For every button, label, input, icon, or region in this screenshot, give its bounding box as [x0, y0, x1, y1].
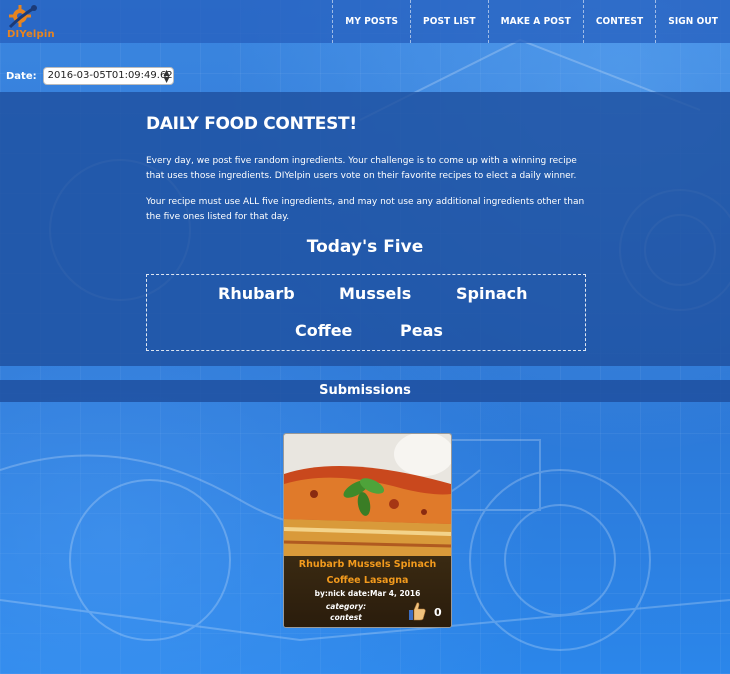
date-label: Date: [6, 70, 37, 82]
gear-logo-icon [8, 5, 37, 29]
contest-title: DAILY FOOD CONTEST! [146, 114, 357, 134]
todays-five-heading: Today's Five [306, 237, 424, 257]
nav-make-a-post[interactable]: MAKE A POST [487, 0, 583, 43]
ingredient-item: Rhubarb [218, 284, 295, 303]
submission-card[interactable]: Rhubarb Mussels Spinach Coffee Lasagna b… [283, 433, 452, 628]
card-category-value: contest [330, 613, 362, 622]
like-count: 0 [434, 606, 442, 619]
thumbs-up-icon[interactable] [408, 601, 426, 621]
lasagna-photo[interactable] [284, 434, 451, 556]
ingredient-item: Coffee [295, 321, 353, 340]
ingredient-item: Spinach [456, 284, 528, 303]
nav-menu: MY POSTS POST LIST MAKE A POST CONTEST S… [332, 0, 730, 43]
date-select[interactable]: 2016-03-05T01:09:49.629 ▲ ▼ [42, 67, 174, 85]
ingredient-item: Mussels [339, 284, 412, 303]
card-title[interactable]: Rhubarb Mussels Spinach Coffee Lasagna [284, 557, 451, 589]
contest-rules: Your recipe must use ALL five ingredient… [146, 197, 585, 222]
navbar: DIYelpin MY POSTS POST LIST MAKE A POST … [0, 0, 730, 43]
brand-logo[interactable]: DIYelpin [4, 2, 55, 40]
ingredient-item: Peas [400, 321, 443, 340]
card-category: category: contest [324, 601, 368, 623]
card-meta: by:nick date:Mar 4, 2016 [314, 589, 421, 598]
card-category-label: category: [325, 602, 367, 611]
contest-description: Every day, we post five random ingredien… [146, 156, 577, 181]
brand-name: DIYelpin [7, 29, 55, 40]
nav-sign-out[interactable]: SIGN OUT [655, 0, 730, 43]
submissions-heading: Submissions [0, 380, 730, 402]
date-row: Date: 2016-03-05T01:09:49.629 ▲ ▼ [6, 67, 174, 85]
nav-contest[interactable]: CONTEST [582, 0, 655, 43]
nav-post-list[interactable]: POST LIST [410, 0, 488, 43]
date-select-value: 2016-03-05T01:09:49.629 [47, 70, 174, 81]
nav-my-posts[interactable]: MY POSTS [332, 0, 410, 43]
select-arrows-icon: ▲ ▼ [163, 68, 170, 84]
